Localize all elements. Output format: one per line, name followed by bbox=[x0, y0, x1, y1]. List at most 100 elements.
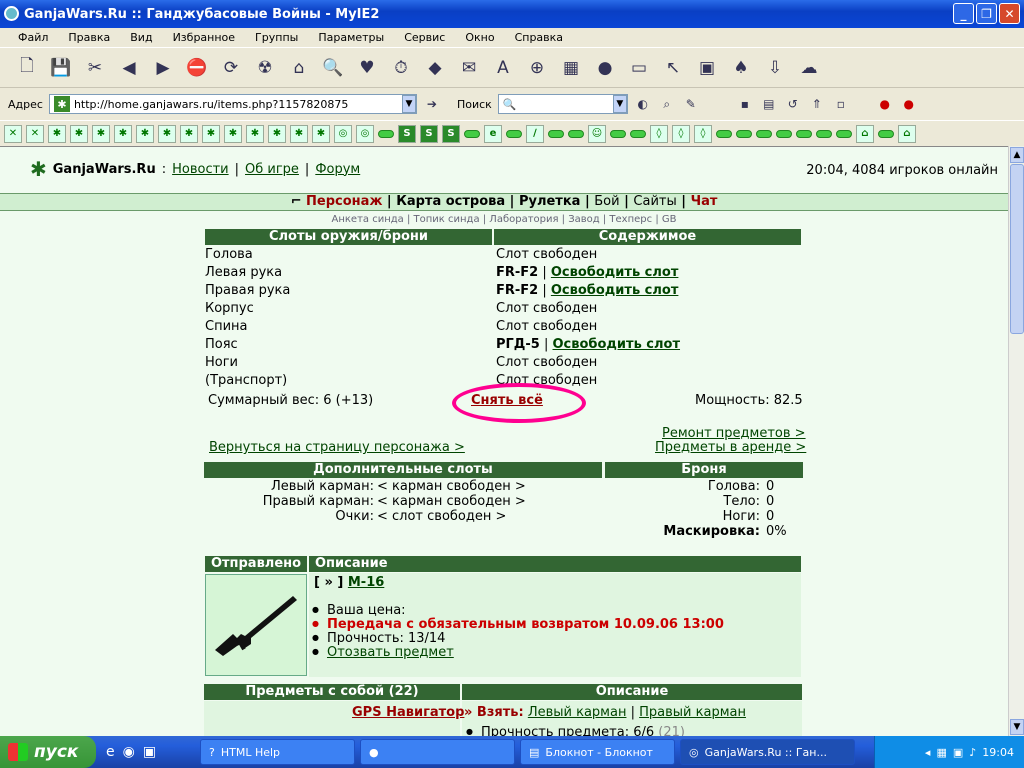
leaf-icon[interactable]: ✱ bbox=[224, 124, 242, 143]
search-icon[interactable]: 🔍 bbox=[320, 55, 346, 81]
address-input[interactable]: ✱ http://home.ganjawars.ru/items.php?115… bbox=[48, 94, 417, 114]
pill-icon[interactable] bbox=[756, 129, 772, 138]
ring-icon[interactable]: ◎ bbox=[356, 124, 374, 143]
task-notepad[interactable]: ▤ Блокнот - Блокнот bbox=[520, 739, 675, 765]
mail-icon[interactable]: ✉ bbox=[456, 55, 482, 81]
tools-icon[interactable]: ✂ bbox=[82, 55, 108, 81]
free-slot-link[interactable]: Освободить слот bbox=[551, 265, 679, 280]
menu-tools[interactable]: Сервис bbox=[394, 31, 455, 44]
pocket-value[interactable]: < карман свободен > bbox=[377, 479, 526, 494]
download-icon[interactable]: ⇩ bbox=[762, 55, 788, 81]
rented-items-link[interactable]: Предметы в аренде > bbox=[655, 440, 806, 455]
pill-icon[interactable] bbox=[464, 129, 480, 138]
back-icon[interactable]: ◀ bbox=[116, 55, 142, 81]
window-list-icon[interactable]: ▤ bbox=[760, 95, 778, 113]
sub-nav[interactable]: Анкета синда | Топик синда | Лаборатория… bbox=[0, 214, 1008, 225]
nav-sites[interactable]: Сайты bbox=[633, 194, 676, 209]
new-page-icon[interactable]: 🗋 bbox=[14, 55, 40, 81]
task-html-help[interactable]: ? HTML Help bbox=[200, 739, 355, 765]
menu-favorites[interactable]: Избранное bbox=[163, 31, 245, 44]
find-icon[interactable]: ⌕ bbox=[658, 95, 676, 113]
leaf-icon[interactable]: ✱ bbox=[268, 124, 286, 143]
leaf-icon[interactable]: ✱ bbox=[70, 124, 88, 143]
up-icon[interactable]: ⇑ bbox=[808, 95, 826, 113]
s-icon[interactable]: S bbox=[442, 124, 460, 143]
diamond-icon[interactable]: ◊ bbox=[672, 124, 690, 143]
volume-icon[interactable]: ♪ bbox=[969, 746, 976, 759]
leaf-icon[interactable]: ✱ bbox=[136, 124, 154, 143]
task-app[interactable]: ● bbox=[360, 739, 515, 765]
hat-icon[interactable]: ♠ bbox=[728, 55, 754, 81]
close-button[interactable]: ✕ bbox=[999, 3, 1020, 24]
screen-icon[interactable]: ▭ bbox=[626, 55, 652, 81]
leaf-icon[interactable]: ✱ bbox=[290, 124, 308, 143]
glasses-value[interactable]: < слот свободен > bbox=[377, 509, 506, 524]
free-slot-link[interactable]: Освободить слот bbox=[551, 283, 679, 298]
stripes-icon[interactable]: ∕ bbox=[526, 124, 544, 143]
link-forum[interactable]: Форум bbox=[315, 162, 360, 177]
leaf-icon[interactable]: ✱ bbox=[158, 124, 176, 143]
vertical-scrollbar[interactable]: ▲ ▼ bbox=[1008, 146, 1024, 736]
pill-icon[interactable] bbox=[568, 129, 584, 138]
pill-icon[interactable] bbox=[716, 129, 732, 138]
media-icon[interactable]: ◉ bbox=[123, 744, 135, 760]
bookmark-icon[interactable]: ◆ bbox=[422, 55, 448, 81]
task-browser[interactable]: ◎ GanjaWars.Ru :: Ган... bbox=[680, 739, 855, 765]
left-pocket-link[interactable]: Левый карман bbox=[528, 705, 627, 720]
menu-view[interactable]: Вид bbox=[120, 31, 162, 44]
menu-help[interactable]: Справка bbox=[505, 31, 573, 44]
menu-window[interactable]: Окно bbox=[455, 31, 504, 44]
favorites-icon[interactable]: ♥ bbox=[354, 55, 380, 81]
sent-item-link[interactable]: M-16 bbox=[348, 575, 384, 590]
network-icon[interactable]: ▦ bbox=[936, 746, 946, 759]
tray-icon[interactable]: ◂ bbox=[925, 746, 931, 759]
scroll-up-icon[interactable]: ▲ bbox=[1010, 147, 1024, 163]
go-icon[interactable]: ➔ bbox=[423, 95, 441, 113]
radiation-icon[interactable]: ☢ bbox=[252, 55, 278, 81]
stop-icon[interactable]: ⛔ bbox=[184, 55, 210, 81]
translate-icon[interactable]: ⊕ bbox=[524, 55, 550, 81]
leaf-icon[interactable]: ✱ bbox=[180, 124, 198, 143]
leaf-icon[interactable]: ✱ bbox=[246, 124, 264, 143]
leaf-icon[interactable]: ✱ bbox=[312, 124, 330, 143]
history-icon[interactable]: ⏱ bbox=[388, 55, 414, 81]
stop-red-icon[interactable]: ● bbox=[876, 95, 894, 113]
fullscreen-icon[interactable]: ▣ bbox=[694, 55, 720, 81]
home-icon[interactable]: ⌂ bbox=[286, 55, 312, 81]
pocket-value[interactable]: < карман свободен > bbox=[377, 494, 526, 509]
pill-icon[interactable] bbox=[548, 129, 564, 138]
smiley-icon[interactable]: ☺ bbox=[588, 124, 606, 143]
right-pocket-link[interactable]: Правый карман bbox=[639, 705, 746, 720]
image-icon[interactable]: ▦ bbox=[558, 55, 584, 81]
search-input[interactable]: 🔍 ▼ bbox=[497, 94, 628, 114]
recall-link[interactable]: Отозвать предмет bbox=[327, 645, 454, 660]
e-icon[interactable]: e bbox=[484, 124, 502, 143]
menu-file[interactable]: Файл bbox=[8, 31, 58, 44]
pill-icon[interactable] bbox=[610, 129, 626, 138]
gps-item-link[interactable]: GPS Навигатор bbox=[352, 705, 464, 720]
ring-icon[interactable]: ◎ bbox=[334, 124, 352, 143]
s-icon[interactable]: S bbox=[420, 124, 438, 143]
font-icon[interactable]: A bbox=[490, 55, 516, 81]
item-image[interactable] bbox=[205, 574, 307, 676]
cross-icon[interactable]: ✕ bbox=[4, 124, 22, 143]
free-slot-link[interactable]: Освободить слот bbox=[553, 337, 681, 352]
undo-icon[interactable]: ↺ bbox=[784, 95, 802, 113]
select-icon[interactable]: ↖ bbox=[660, 55, 686, 81]
nav-roulette[interactable]: Рулетка bbox=[519, 194, 580, 209]
start-button[interactable]: пуск bbox=[0, 736, 96, 768]
leaf-icon[interactable]: ✱ bbox=[92, 124, 110, 143]
save-icon[interactable]: 💾 bbox=[48, 55, 74, 81]
nav-character[interactable]: Персонаж bbox=[306, 194, 382, 209]
back-to-character-link[interactable]: Вернуться на страницу персонажа > bbox=[209, 440, 465, 455]
apple-icon[interactable]: ● bbox=[592, 55, 618, 81]
link-about[interactable]: Об игре bbox=[245, 162, 299, 177]
pill-icon[interactable] bbox=[736, 129, 752, 138]
cross-icon[interactable]: ✕ bbox=[26, 124, 44, 143]
pill-icon[interactable] bbox=[506, 129, 522, 138]
repair-link[interactable]: Ремонт предметов > bbox=[662, 426, 806, 441]
pill-icon[interactable] bbox=[816, 129, 832, 138]
menu-edit[interactable]: Правка bbox=[58, 31, 120, 44]
scroll-thumb[interactable] bbox=[1010, 164, 1024, 334]
leaf-icon[interactable]: ✱ bbox=[48, 124, 66, 143]
